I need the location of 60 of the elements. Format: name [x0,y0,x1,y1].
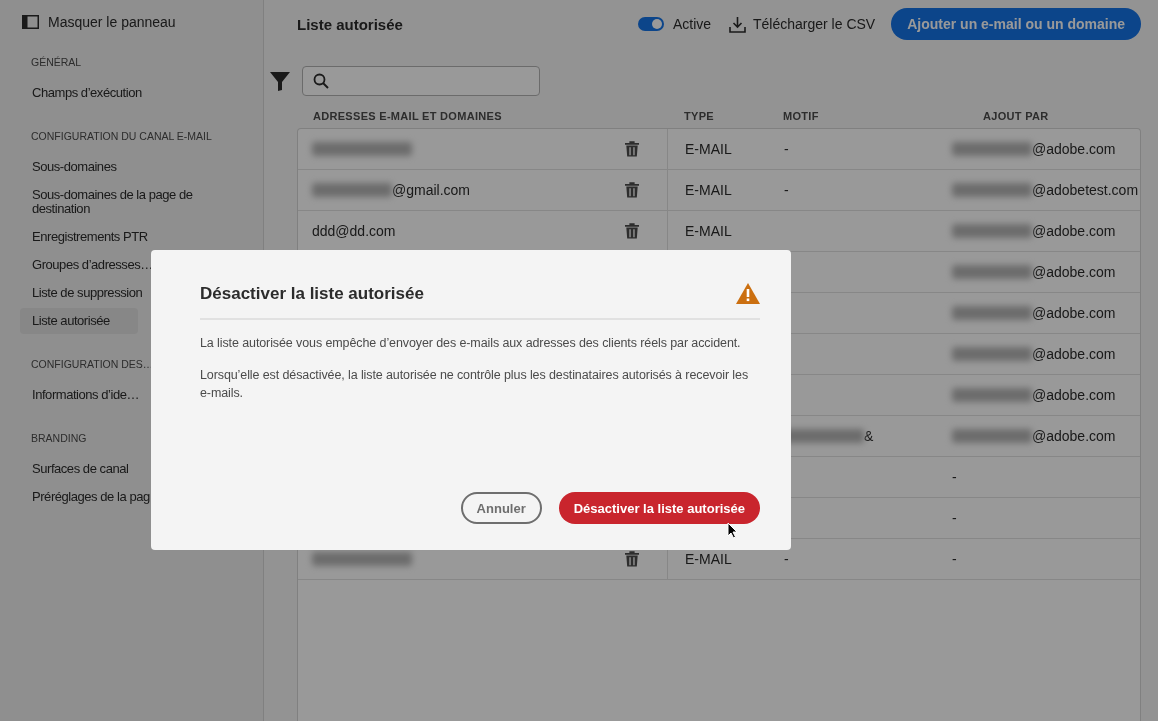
table-cell: E-MAIL [685,223,732,239]
search-icon [313,73,329,89]
sidebar-item[interactable]: Champs d’exécution [20,80,142,106]
table-cell: @adobe.com [1032,346,1116,362]
warning-icon [736,283,760,304]
sidebar-item[interactable]: Sous-domaines [20,154,117,180]
active-toggle[interactable]: Active [637,16,712,32]
table-cell: - [952,510,957,526]
table-cell: @adobetest.com [1032,182,1139,198]
dialog-text: La liste autorisée vous empêche d’envoyer des e-mails aux adresses des clients réels par accident. [200,335,742,352]
table-cell: @adobe.com [1032,141,1116,157]
delete-icon[interactable] [625,223,639,239]
email-text: @gmail.com [392,182,470,198]
sidebar-item[interactable]: Groupes d’adresses… [20,252,153,278]
table-cell: E-MAIL [685,551,732,567]
sidebar-item[interactable]: Liste de suppression [20,280,143,306]
table-cell: @adobe.com [1032,387,1116,403]
download-csv-button[interactable]: Télécharger le CSV [729,15,876,33]
table-cell: E-MAIL [685,141,732,157]
table-cell: - [784,551,789,567]
table-cell: @adobe.com [1032,305,1116,321]
dialog-title: Désactiver la liste autorisée [200,283,424,304]
table-cell: @adobe.com [1032,223,1116,239]
filter-icon[interactable] [270,71,290,91]
page-title: Liste autorisée [297,15,403,33]
search-field[interactable] [302,66,540,96]
delete-icon[interactable] [625,551,639,567]
dialog-text: Lorsqu’elle est désactivée, la liste autorisée ne contrôle plus les destinataires autorisés à recevoir les e-mails. [200,367,750,402]
sidebar-item[interactable]: Liste autorisée [20,308,138,334]
cursor-icon [727,522,738,539]
panel-icon [22,15,39,29]
cancel-button[interactable]: Annuler [460,492,542,524]
table-cell: E-MAIL [685,182,732,198]
table-cell: - [952,551,957,567]
email-text: ddd@dd.com [312,223,396,239]
hide-panel-button[interactable]: Masquer le panneau [20,12,176,32]
column-header: AJOUT PAR [982,110,1050,122]
table-cell: - [952,469,957,485]
table-cell: - [784,141,789,157]
sidebar-item[interactable]: Sous-domaines de la page de destination [20,182,202,222]
sidebar-item[interactable]: Surfaces de canal [20,456,129,482]
sidebar-item[interactable]: Informations d’ide… [20,382,140,408]
delete-icon[interactable] [625,141,639,157]
table-cell: @adobe.com [1032,428,1116,444]
section-heading: CONFIGURATION DU CANAL E-MAIL [31,130,212,142]
column-header: TYPE [683,110,715,122]
section-heading: BRANDING [31,432,87,444]
sidebar-item[interactable]: Préréglages de la pag [20,484,150,510]
column-header: ADRESSES E-MAIL ET DOMAINES [312,110,503,122]
add-email-button[interactable]: Ajouter un e-mail ou un domaine [891,8,1141,40]
download-icon [729,15,747,33]
deactivate-button[interactable]: Désactiver la liste autorisée [558,492,760,524]
table-cell: @adobe.com [1032,264,1116,280]
column-header: MOTIF [782,110,820,122]
table-cell: - [784,182,789,198]
delete-icon[interactable] [625,182,639,198]
table-cell: & [864,428,874,444]
section-heading: GÉNÉRAL [31,56,82,68]
section-heading: CONFIGURATION DES… [31,358,154,370]
sidebar-item[interactable]: Enregistrements PTR [20,224,148,250]
